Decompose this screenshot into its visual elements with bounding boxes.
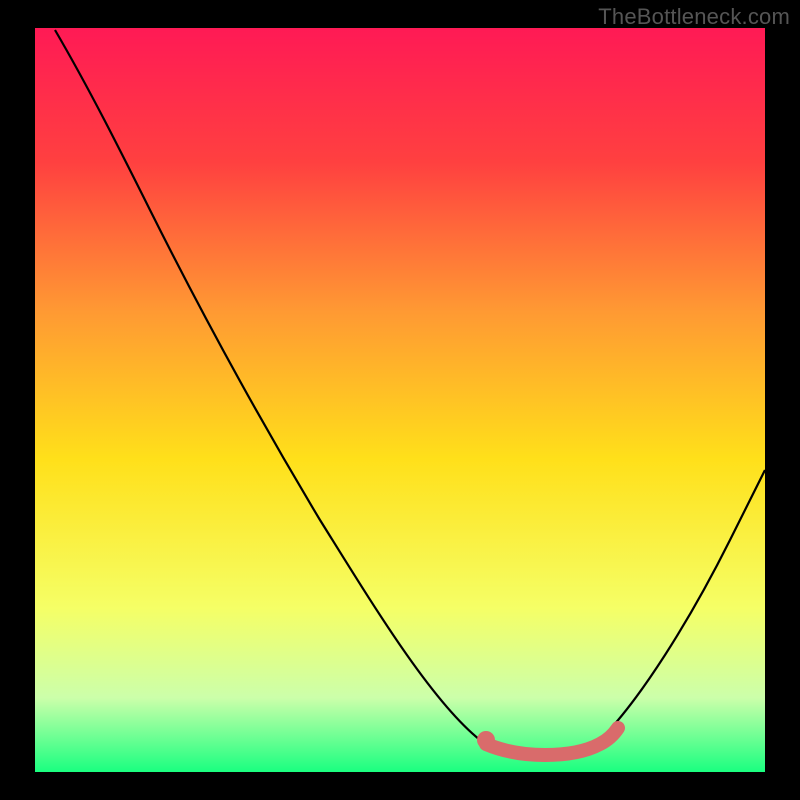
bottleneck-chart: TheBottleneck.com bbox=[0, 0, 800, 800]
watermark-text: TheBottleneck.com bbox=[598, 4, 790, 30]
optimal-point-marker bbox=[477, 731, 495, 749]
chart-svg bbox=[0, 0, 800, 800]
chart-plot-area bbox=[35, 28, 765, 772]
